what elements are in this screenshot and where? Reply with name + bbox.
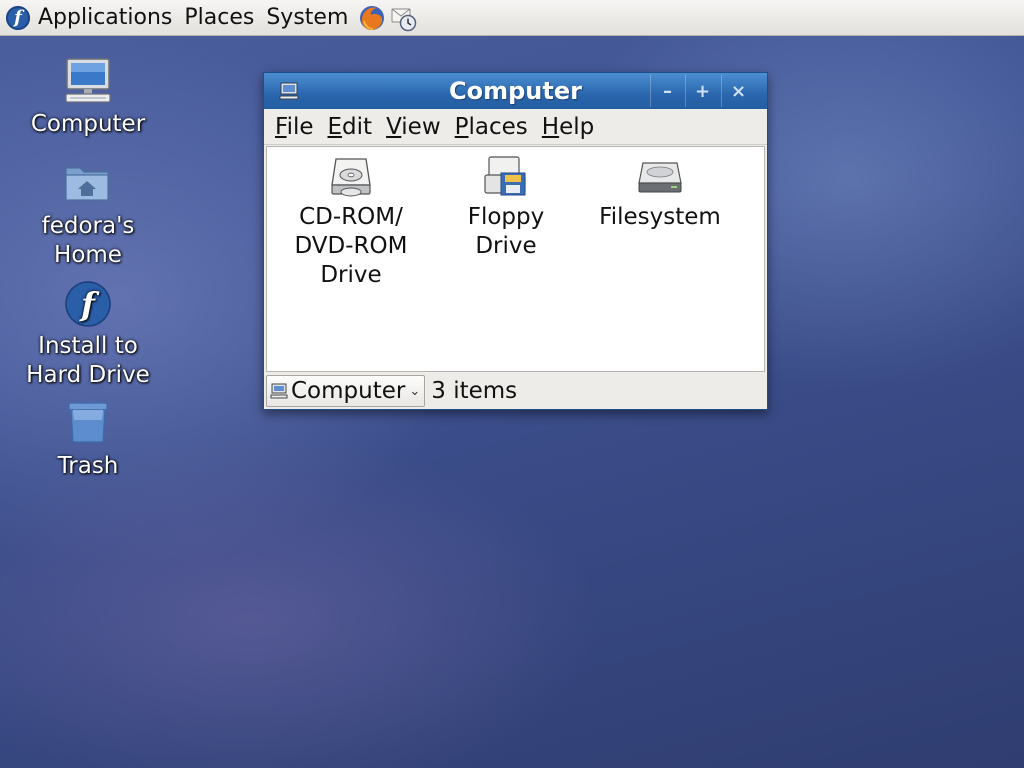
close-icon: × — [730, 80, 747, 102]
item-label: CD-ROM/ DVD-ROM Drive — [294, 204, 408, 288]
minimize-icon: – — [663, 80, 672, 102]
minimize-button[interactable]: – — [650, 75, 684, 107]
places-menu[interactable]: Places — [178, 0, 260, 36]
menu-view[interactable]: View — [379, 109, 448, 145]
desktop-icon-label: Trash — [57, 453, 119, 479]
location-combo[interactable]: Computer ⌄ — [266, 375, 426, 407]
maximize-icon: + — [694, 80, 711, 102]
mail-clock-icon[interactable] — [390, 4, 418, 32]
desktop-icon-label: fedora's Home — [41, 213, 135, 268]
window-statusbar: Computer ⌄ 3 items — [264, 373, 767, 409]
computer-small-icon — [270, 383, 288, 399]
fedora-logo-icon: f — [62, 278, 114, 330]
firefox-icon[interactable] — [358, 4, 386, 32]
desktop-icon-trash[interactable]: Trash — [13, 398, 163, 481]
menu-help[interactable]: Help — [535, 109, 601, 145]
window-titlebar[interactable]: Computer – + × — [264, 73, 767, 109]
status-item-count: 3 items — [431, 378, 518, 404]
maximize-button[interactable]: + — [685, 75, 719, 107]
menu-edit[interactable]: Edit — [321, 109, 380, 145]
item-label: Floppy Drive — [467, 204, 545, 259]
item-label: Filesystem — [599, 204, 721, 230]
item-floppy-drive[interactable]: Floppy Drive — [431, 155, 581, 261]
desktop-icon-home[interactable]: fedora's Home — [13, 158, 163, 270]
window-menubar: File Edit View Places Help — [264, 109, 767, 145]
desktop-icon-label: Computer — [30, 111, 146, 137]
item-cdrom-drive[interactable]: CD-ROM/ DVD-ROM Drive — [276, 155, 426, 290]
location-text: Computer — [291, 378, 406, 404]
top-panel: f Applications Places System — [0, 0, 1024, 36]
floppy-drive-icon — [483, 155, 529, 199]
home-folder-icon — [62, 158, 114, 210]
close-button[interactable]: × — [721, 75, 755, 107]
chevron-down-icon: ⌄ — [409, 383, 421, 399]
computer-icon — [62, 56, 114, 108]
fedora-logo-icon[interactable]: f — [6, 5, 30, 30]
item-filesystem[interactable]: Filesystem — [585, 155, 735, 232]
cdrom-drive-icon — [328, 155, 374, 199]
trash-icon — [62, 398, 114, 450]
system-menu[interactable]: System — [260, 0, 354, 36]
applications-menu[interactable]: Applications — [32, 0, 178, 36]
harddisk-icon — [637, 155, 683, 199]
computer-window: Computer – + × File Edit View Places Hel… — [263, 72, 768, 410]
desktop-icon-install[interactable]: f Install to Hard Drive — [13, 278, 163, 390]
menu-places[interactable]: Places — [448, 109, 535, 145]
menu-file[interactable]: File — [268, 109, 321, 145]
desktop-icon-computer[interactable]: Computer — [13, 56, 163, 139]
desktop-icon-label: Install to Hard Drive — [26, 333, 150, 388]
file-view[interactable]: CD-ROM/ DVD-ROM Drive Floppy Drive Files… — [266, 146, 765, 372]
